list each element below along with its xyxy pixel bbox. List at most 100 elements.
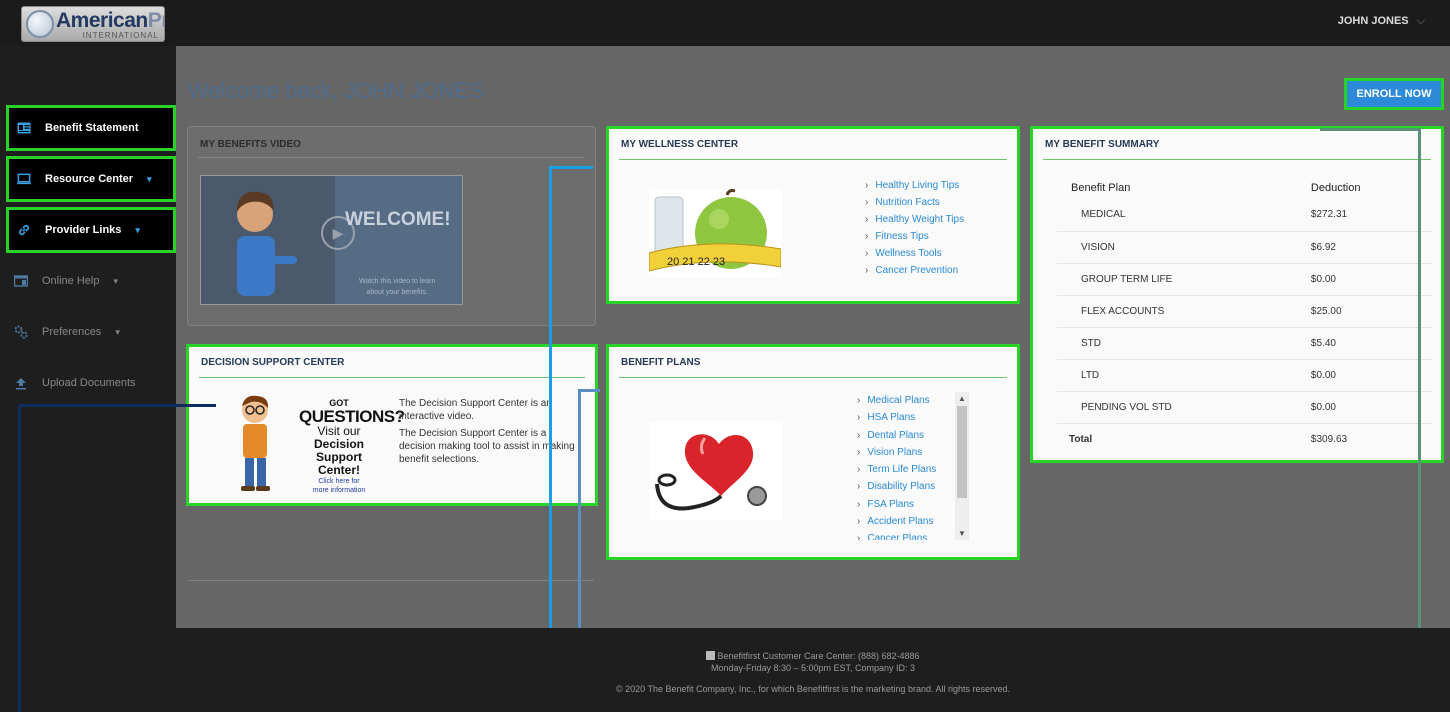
chevron-down-icon: ▾	[147, 173, 152, 184]
monitor-icon	[17, 172, 31, 186]
decision-support-description: The Decision Support Center is an intera…	[399, 397, 584, 470]
description-paragraph: The Decision Support Center is a decisio…	[399, 428, 575, 465]
phone-icon	[706, 651, 716, 660]
panel-title: BENEFIT PLANS	[621, 357, 701, 368]
panel-title: MY BENEFIT SUMMARY	[1045, 139, 1160, 150]
deduction-amount: $25.00	[1290, 295, 1432, 328]
scrollbar-thumb[interactable]	[957, 406, 967, 498]
column-header: Deduction	[1310, 182, 1361, 194]
panel-divider	[199, 377, 585, 378]
cartoon-character-illustration	[241, 395, 270, 491]
sidebar-item-resource-center[interactable]: Resource Center ▾	[6, 156, 176, 202]
footer: Benefitfirst Customer Care Center: (888)…	[176, 628, 1450, 712]
plan-name: STD	[1057, 327, 1291, 360]
sidebar-item-online-help[interactable]: Online Help ▾	[6, 258, 176, 304]
footer-contact: Benefitfirst Customer Care Center: (888)…	[176, 650, 1450, 662]
wellness-links: Healthy Living Tips Nutrition Facts Heal…	[865, 177, 964, 279]
callout-text: Decision Support	[313, 437, 364, 464]
panel-title: MY BENEFITS VIDEO	[200, 139, 301, 150]
footer-hours: Monday-Friday 8:30 – 5:00pm EST, Company…	[710, 663, 916, 673]
wellness-link[interactable]: Nutrition Facts	[865, 194, 964, 211]
id-card-icon	[17, 121, 31, 135]
sidebar-item-label: Preferences	[42, 326, 102, 338]
benefit-summary-table: Benefit Plan Deduction MEDICAL $272.31 VIS…	[1057, 177, 1432, 455]
wellness-link[interactable]: Wellness Tools	[865, 245, 964, 262]
deduction-amount: $5.40	[1290, 327, 1432, 360]
apple-measuring-tape-image: 20 21 22 23	[649, 189, 781, 277]
wellness-link[interactable]: Cancer Prevention	[865, 262, 964, 279]
logo-text: AmericanPro	[56, 9, 164, 32]
deduction-amount: $0.00	[1290, 359, 1432, 392]
callout-line	[1418, 128, 1421, 712]
table-row: PENDING VOL STD $0.00	[1057, 391, 1432, 424]
sidebar-item-preferences[interactable]: Preferences ▾	[6, 309, 176, 355]
deduction-amount: $6.92	[1290, 231, 1432, 264]
user-name: JOHN JONES	[1337, 15, 1409, 27]
chevron-down-icon: ▾	[135, 224, 140, 235]
scrollbar[interactable]: ▲ ▼	[955, 392, 969, 540]
decision-support-panel: DECISION SUPPORT CENTER GOT QUESTIONS? V…	[186, 344, 598, 506]
scroll-down-icon[interactable]: ▼	[958, 529, 966, 538]
chevron-down-icon: ▾	[113, 275, 119, 286]
gears-icon	[14, 325, 28, 339]
wellness-center-panel: MY WELLNESS CENTER 20 21 22 23 Healthy L…	[606, 126, 1020, 304]
benefits-video-panel: MY BENEFITS VIDEO ▶ WELCOME! Watch this …	[187, 126, 596, 326]
sidebar-item-benefit-statement[interactable]: Benefit Statement	[6, 105, 176, 151]
sidebar: Benefit Statement Resource Center ▾ Prov…	[0, 46, 176, 712]
scroll-up-icon[interactable]: ▲	[958, 394, 966, 403]
panel-divider	[619, 377, 1007, 378]
page-title: Welcome back, JOHN JONES	[188, 78, 484, 103]
top-bar: AmericanPro INTERNATIONAL JOHN JONES ⌵	[0, 0, 1450, 46]
logo-subtext: INTERNATIONAL	[82, 31, 159, 40]
table-row: FLEX ACCOUNTS $25.00	[1057, 295, 1432, 328]
footer-contact-text: Benefitfirst Customer Care Center: (888)…	[717, 651, 920, 661]
callout-text: more information	[312, 487, 366, 494]
chevron-down-icon: ⌵	[1416, 15, 1425, 27]
plan-name: LTD	[1057, 359, 1291, 392]
callout-line	[18, 404, 216, 407]
video-thumb-subtitle: Watch this video to learn about your bene…	[359, 276, 435, 298]
chevron-down-icon: ▾	[115, 326, 120, 337]
table-row: LTD $0.00	[1057, 359, 1432, 392]
total-row: Total $309.63	[1057, 423, 1432, 455]
video-thumb-subtitle-line: Watch this video to learn	[359, 278, 436, 285]
table-row: MEDICAL $272.31	[1057, 199, 1432, 232]
table-row: VISION $6.92	[1057, 231, 1432, 264]
decision-support-link-image[interactable]: GOT QUESTIONS? Visit our Decision Suppor…	[219, 392, 405, 497]
benefit-summary-panel: MY BENEFIT SUMMARY Benefit Plan Deduction…	[1030, 126, 1444, 463]
wellness-link[interactable]: Healthy Weight Tips	[865, 211, 964, 228]
callout-line	[1320, 128, 1420, 131]
globe-logo-icon	[26, 10, 54, 38]
deduction-amount: $0.00	[1290, 391, 1432, 424]
user-menu[interactable]: JOHN JONES ⌵	[1338, 15, 1425, 28]
plan-name: PENDING VOL STD	[1057, 391, 1291, 424]
plan-name: GROUP TERM LIFE	[1057, 263, 1291, 296]
benefit-plans-list[interactable]: Medical Plans HSA Plans Dental Plans Vis…	[843, 392, 973, 540]
wellness-link[interactable]: Healthy Living Tips	[865, 177, 964, 194]
description-paragraph: The Decision Support Center is an intera…	[399, 398, 552, 422]
sidebar-item-label: Online Help	[42, 275, 100, 287]
video-thumbnail[interactable]: ▶ WELCOME! Watch this video to learn abou…	[200, 175, 463, 305]
heart-stethoscope-image	[649, 422, 781, 520]
sidebar-item-upload-documents[interactable]: Upload Documents	[6, 360, 176, 406]
sidebar-item-label: Benefit Statement	[45, 122, 139, 134]
enroll-now-button[interactable]: ENROLL NOW	[1344, 78, 1444, 110]
link-icon	[17, 223, 31, 237]
panel-title: MY WELLNESS CENTER	[621, 139, 739, 150]
panel-divider	[619, 159, 1007, 160]
sidebar-item-label: Upload Documents	[42, 377, 136, 389]
callout-line	[18, 404, 21, 712]
table-row: GROUP TERM LIFE $0.00	[1057, 263, 1432, 296]
panel-divider	[198, 157, 585, 158]
sidebar-item-label: Resource Center	[45, 173, 134, 185]
total-label: Total	[1069, 433, 1093, 445]
divider	[188, 580, 594, 581]
company-logo[interactable]: AmericanPro INTERNATIONAL	[21, 6, 165, 42]
column-header: Benefit Plan	[1071, 182, 1131, 194]
wellness-link[interactable]: Fitness Tips	[865, 228, 964, 245]
callout-line	[549, 166, 593, 169]
callout-text: QUESTIONS?	[299, 407, 405, 426]
sidebar-item-provider-links[interactable]: Provider Links ▾	[6, 207, 176, 253]
plan-name: VISION	[1057, 231, 1291, 264]
deduction-amount: $0.00	[1290, 263, 1432, 296]
